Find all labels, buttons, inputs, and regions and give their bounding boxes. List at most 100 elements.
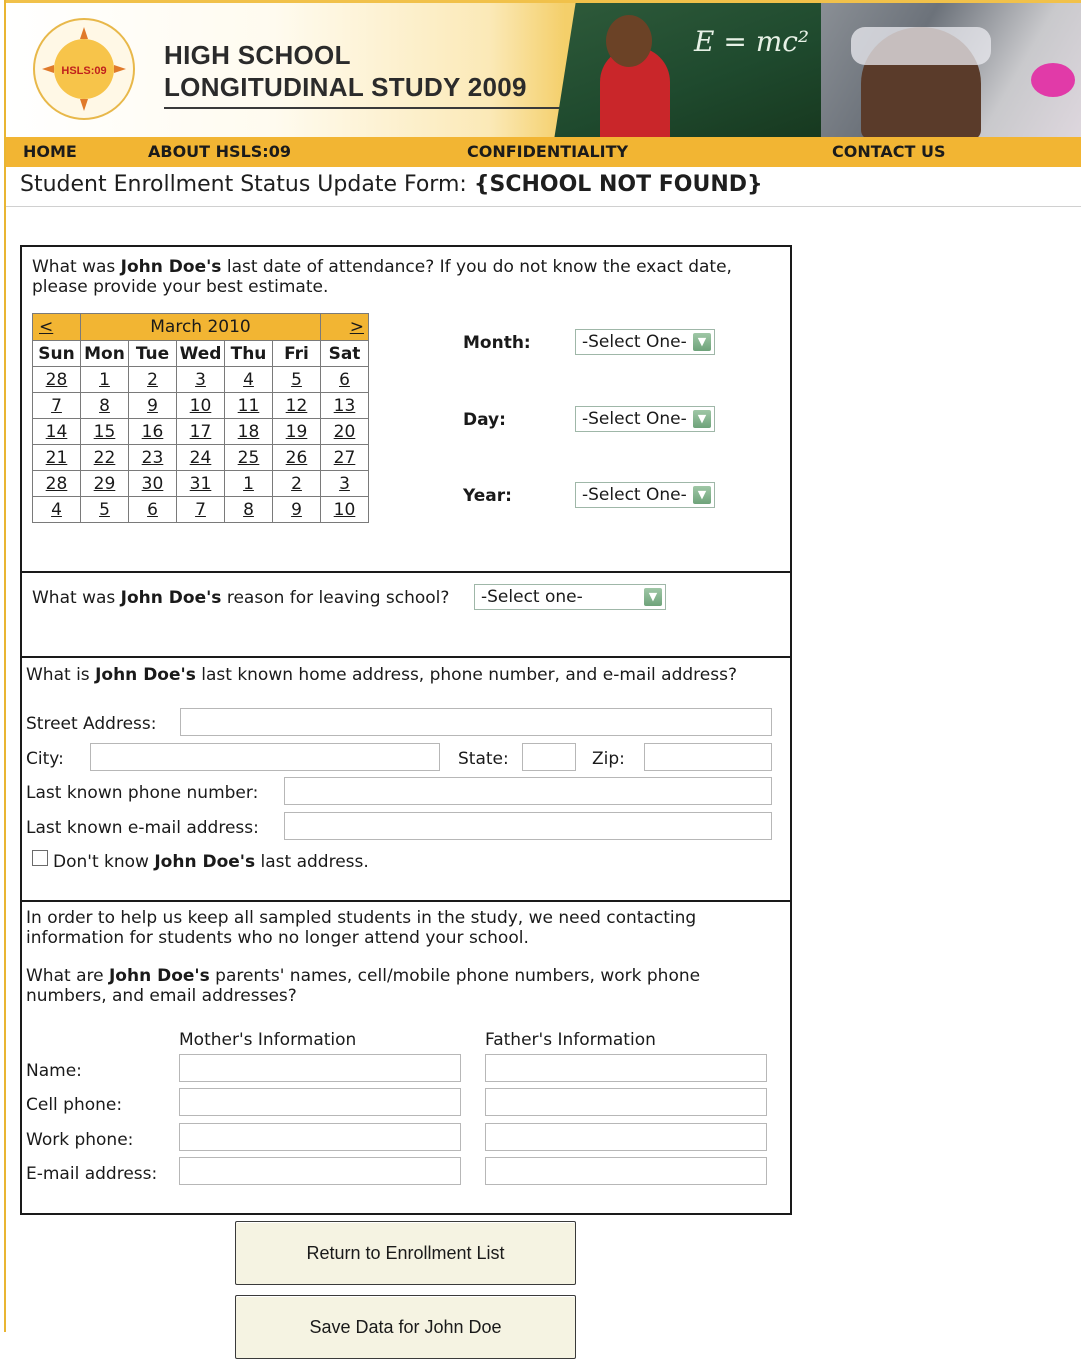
calendar-day[interactable]: 12 [286, 396, 308, 416]
mother-name-input[interactable] [179, 1054, 461, 1082]
calendar-day-cell[interactable]: 10 [176, 392, 225, 419]
calendar-day-cell[interactable]: 13 [320, 392, 369, 419]
calendar-day[interactable]: 26 [286, 448, 308, 468]
calendar-day-cell[interactable]: 6 [128, 496, 177, 523]
save-data-button[interactable]: Save Data for John Doe [235, 1295, 576, 1359]
calendar-day[interactable]: 2 [147, 370, 158, 390]
calendar-day[interactable]: 8 [99, 396, 110, 416]
calendar-day-cell[interactable]: 16 [128, 418, 177, 445]
father-cell-input[interactable] [485, 1088, 767, 1116]
mother-work-input[interactable] [179, 1123, 461, 1151]
calendar-day[interactable]: 15 [94, 422, 116, 442]
hsls-logo[interactable]: HSLS:09 [32, 17, 136, 121]
email-input[interactable] [284, 812, 772, 840]
calendar-day[interactable]: 22 [94, 448, 116, 468]
calendar-day-cell[interactable]: 15 [80, 418, 129, 445]
calendar-day[interactable]: 25 [238, 448, 260, 468]
zip-input[interactable] [644, 743, 772, 771]
calendar-day-cell[interactable]: 8 [80, 392, 129, 419]
calendar-day-cell[interactable]: 31 [176, 470, 225, 497]
calendar-day-cell[interactable]: 4 [224, 366, 273, 393]
calendar-day-cell[interactable]: 2 [272, 470, 321, 497]
calendar-day[interactable]: 30 [142, 474, 164, 494]
calendar-day-cell[interactable]: 23 [128, 444, 177, 471]
next-month-link[interactable]: > [350, 317, 364, 337]
calendar-day-cell[interactable]: 21 [32, 444, 81, 471]
calendar-day-cell[interactable]: 9 [128, 392, 177, 419]
calendar-day[interactable]: 6 [339, 370, 350, 390]
calendar-day-cell[interactable]: 28 [32, 470, 81, 497]
calendar-day[interactable]: 2 [291, 474, 302, 494]
calendar-day[interactable]: 20 [334, 422, 356, 442]
calendar-day[interactable]: 5 [99, 500, 110, 520]
calendar-day[interactable]: 24 [190, 448, 212, 468]
calendar-day-cell[interactable]: 8 [224, 496, 273, 523]
calendar-day[interactable]: 7 [195, 500, 206, 520]
father-email-input[interactable] [485, 1157, 767, 1185]
day-select[interactable]: -Select One- ▼ [575, 406, 715, 432]
calendar-day-cell[interactable]: 7 [176, 496, 225, 523]
street-input[interactable] [180, 708, 772, 736]
calendar-day[interactable]: 28 [46, 474, 68, 494]
reason-select[interactable]: -Select one- ▼ [474, 584, 666, 610]
calendar-day[interactable]: 11 [238, 396, 260, 416]
calendar-day-cell[interactable]: 1 [224, 470, 273, 497]
calendar-day[interactable]: 8 [243, 500, 254, 520]
calendar-day[interactable]: 31 [190, 474, 212, 494]
calendar-day-cell[interactable]: 20 [320, 418, 369, 445]
dont-know-address-checkbox[interactable] [32, 850, 48, 866]
calendar-day-cell[interactable]: 6 [320, 366, 369, 393]
calendar-day[interactable]: 4 [51, 500, 62, 520]
dont-know-address-label[interactable]: Don't know John Doe's last address. [53, 852, 369, 872]
nav-home[interactable]: HOME [23, 142, 77, 161]
calendar-day[interactable]: 10 [190, 396, 212, 416]
calendar-day[interactable]: 1 [243, 474, 254, 494]
calendar-next[interactable]: > [320, 313, 369, 341]
mother-cell-input[interactable] [179, 1088, 461, 1116]
calendar-day[interactable]: 4 [243, 370, 254, 390]
return-to-enrollment-list-button[interactable]: Return to Enrollment List [235, 1221, 576, 1285]
mother-email-input[interactable] [179, 1157, 461, 1185]
calendar-day[interactable]: 9 [291, 500, 302, 520]
month-select[interactable]: -Select One- ▼ [575, 329, 715, 355]
calendar-day-cell[interactable]: 24 [176, 444, 225, 471]
calendar-day-cell[interactable]: 4 [32, 496, 81, 523]
chevron-down-icon[interactable]: ▼ [644, 588, 662, 606]
state-input[interactable] [522, 743, 576, 771]
calendar-day-cell[interactable]: 9 [272, 496, 321, 523]
calendar-day[interactable]: 28 [46, 370, 68, 390]
calendar-day[interactable]: 5 [291, 370, 302, 390]
calendar-day-cell[interactable]: 26 [272, 444, 321, 471]
calendar-day-cell[interactable]: 18 [224, 418, 273, 445]
calendar-day[interactable]: 21 [46, 448, 68, 468]
calendar-day-cell[interactable]: 27 [320, 444, 369, 471]
calendar-day[interactable]: 6 [147, 500, 158, 520]
nav-about[interactable]: ABOUT HSLS:09 [148, 142, 291, 161]
calendar-day-cell[interactable]: 30 [128, 470, 177, 497]
calendar-day[interactable]: 3 [339, 474, 350, 494]
city-input[interactable] [90, 743, 440, 771]
calendar-day-cell[interactable]: 14 [32, 418, 81, 445]
chevron-down-icon[interactable]: ▼ [693, 486, 711, 504]
calendar-day[interactable]: 27 [334, 448, 356, 468]
calendar-day[interactable]: 10 [334, 500, 356, 520]
calendar-day-cell[interactable]: 3 [320, 470, 369, 497]
nav-confidentiality[interactable]: CONFIDENTIALITY [467, 142, 628, 161]
calendar-day-cell[interactable]: 25 [224, 444, 273, 471]
phone-input[interactable] [284, 777, 772, 805]
father-name-input[interactable] [485, 1054, 767, 1082]
calendar-day-cell[interactable]: 2 [128, 366, 177, 393]
calendar-day-cell[interactable]: 10 [320, 496, 369, 523]
calendar-day-cell[interactable]: 17 [176, 418, 225, 445]
calendar-day-cell[interactable]: 29 [80, 470, 129, 497]
nav-contact[interactable]: CONTACT US [832, 142, 946, 161]
prev-month-link[interactable]: < [39, 317, 53, 337]
calendar-day-cell[interactable]: 7 [32, 392, 81, 419]
calendar-day[interactable]: 19 [286, 422, 308, 442]
calendar-day-cell[interactable]: 12 [272, 392, 321, 419]
calendar-day-cell[interactable]: 11 [224, 392, 273, 419]
calendar-day[interactable]: 29 [94, 474, 116, 494]
calendar-day[interactable]: 16 [142, 422, 164, 442]
calendar-day-cell[interactable]: 28 [32, 366, 81, 393]
chevron-down-icon[interactable]: ▼ [693, 333, 711, 351]
